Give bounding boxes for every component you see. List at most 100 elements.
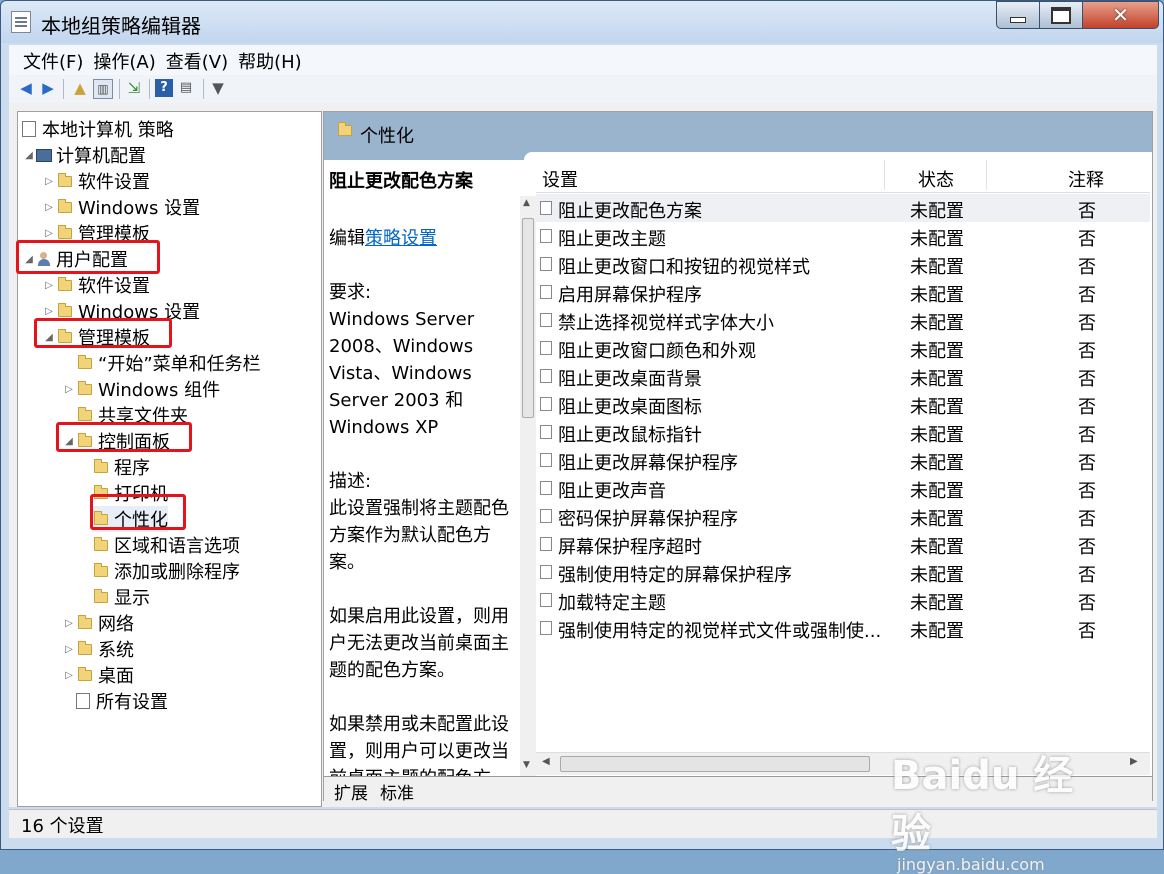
- expand-arrow-icon[interactable]: ▷: [62, 384, 76, 395]
- tree-network[interactable]: ▷ 网络: [62, 610, 134, 636]
- forward-icon[interactable]: ▶: [39, 79, 57, 97]
- policy-setting-icon: [540, 453, 552, 467]
- expand-arrow-icon[interactable]: ▷: [42, 176, 56, 187]
- table-row[interactable]: 阻止更改配色方案 未配置 否: [536, 194, 1150, 222]
- expand-arrow-icon[interactable]: ▷: [62, 644, 76, 655]
- policy-setting-icon: [540, 257, 552, 271]
- table-row[interactable]: 阻止更改窗口和按钮的视觉样式 未配置 否: [536, 250, 1150, 278]
- tree-computer-config[interactable]: ◢ 计算机配置: [22, 142, 146, 168]
- table-row[interactable]: 加载特定主题 未配置 否: [536, 586, 1150, 614]
- tree-all-settings[interactable]: 所有设置: [76, 688, 168, 714]
- row-state: 未配置: [910, 537, 964, 558]
- close-button[interactable]: ✕: [1082, 1, 1159, 29]
- tree-programs[interactable]: 程序: [92, 454, 150, 480]
- scroll-thumb[interactable]: [522, 218, 534, 418]
- column-setting[interactable]: 设置: [542, 166, 578, 192]
- table-row[interactable]: 阻止更改鼠标指针 未配置 否: [536, 418, 1150, 446]
- row-comment: 否: [1078, 397, 1096, 418]
- tree-label: 系统: [98, 640, 134, 661]
- description-pane: 阻止更改配色方案 编辑策略设置 要求: Windows Server 2008、…: [324, 160, 525, 776]
- help-icon[interactable]: ?: [155, 79, 173, 97]
- column-comment[interactable]: 注释: [1068, 166, 1104, 192]
- desc-req-label: 要求:: [329, 282, 372, 303]
- tree-user-software[interactable]: ▷ 软件设置: [42, 272, 150, 298]
- folder-icon: [58, 172, 72, 187]
- tree-label: 网络: [98, 614, 134, 635]
- row-setting: 阻止更改鼠标指针: [558, 425, 702, 446]
- tree-start-menu[interactable]: “开始”菜单和任务栏: [62, 350, 261, 376]
- folder-icon: [78, 640, 92, 655]
- row-comment: 否: [1078, 285, 1096, 306]
- table-row[interactable]: 阻止更改窗口颜色和外观 未配置 否: [536, 334, 1150, 362]
- tree-windows-components[interactable]: ▷ Windows 组件: [62, 376, 220, 402]
- menu-action[interactable]: 操作(A): [91, 45, 163, 75]
- tree-label: 计算机配置: [56, 146, 146, 167]
- row-setting: 屏幕保护程序超时: [558, 537, 702, 558]
- hscroll-thumb[interactable]: [560, 756, 870, 772]
- edit-policy-link[interactable]: 策略设置: [365, 228, 437, 249]
- table-row[interactable]: 强制使用特定的视觉样式文件或强制使... 未配置 否: [536, 614, 1150, 642]
- tab-standard[interactable]: 标准: [380, 779, 414, 804]
- table-row[interactable]: 阻止更改桌面背景 未配置 否: [536, 362, 1150, 390]
- table-row[interactable]: 阻止更改桌面图标 未配置 否: [536, 390, 1150, 418]
- tree-region-language[interactable]: 区域和语言选项: [92, 532, 240, 558]
- tree-computer-windows[interactable]: ▷ Windows 设置: [42, 194, 200, 220]
- scroll-left-icon[interactable]: ◀: [542, 756, 550, 767]
- desc-line: 方案作为默认配色方: [329, 525, 491, 546]
- tree-root[interactable]: 本地计算机 策略: [22, 116, 174, 142]
- show-hide-tree-icon[interactable]: ▥: [93, 79, 113, 99]
- content-header: 个性化: [324, 112, 1152, 152]
- maximize-button[interactable]: [1039, 1, 1083, 29]
- collapse-arrow-icon[interactable]: ◢: [22, 150, 36, 161]
- row-setting: 阻止更改桌面背景: [558, 369, 702, 390]
- expand-arrow-icon[interactable]: ▷: [62, 618, 76, 629]
- menu-view[interactable]: 查看(V): [164, 45, 236, 75]
- policy-setting-icon: [540, 425, 552, 439]
- expand-arrow-icon[interactable]: ▷: [62, 670, 76, 681]
- tab-extended[interactable]: 扩展: [334, 779, 368, 804]
- up-folder-icon[interactable]: ▲: [71, 79, 89, 97]
- expand-arrow-icon[interactable]: ▷: [42, 202, 56, 213]
- table-row[interactable]: 阻止更改主题 未配置 否: [536, 222, 1150, 250]
- tree-display[interactable]: 显示: [92, 584, 150, 610]
- table-row[interactable]: 禁止选择视觉样式字体大小 未配置 否: [536, 306, 1150, 334]
- tree-desktop[interactable]: ▷ 桌面: [62, 662, 134, 688]
- column-state[interactable]: 状态: [918, 166, 954, 192]
- expand-arrow-icon[interactable]: ▷: [42, 280, 56, 291]
- desc-line: 题的配色方案。: [329, 660, 455, 681]
- scroll-down-icon[interactable]: ▼: [523, 760, 530, 770]
- table-row[interactable]: 强制使用特定的屏幕保护程序 未配置 否: [536, 558, 1150, 586]
- export-list-icon[interactable]: ⇲: [125, 79, 143, 97]
- expand-arrow-icon[interactable]: ▷: [42, 306, 56, 317]
- desc-req-line: Vista、Windows: [329, 363, 472, 384]
- tree-computer-software[interactable]: ▷ 软件设置: [42, 168, 150, 194]
- highlight-user-config: [16, 240, 160, 274]
- minimize-button[interactable]: [996, 1, 1040, 29]
- row-comment: 否: [1078, 481, 1096, 502]
- scroll-right-icon[interactable]: ▶: [1130, 756, 1138, 767]
- row-comment: 否: [1078, 621, 1096, 642]
- expand-arrow-icon[interactable]: ▷: [42, 228, 56, 239]
- row-comment: 否: [1078, 565, 1096, 586]
- filter-icon[interactable]: ▼: [209, 79, 227, 97]
- row-setting: 阻止更改屏幕保护程序: [558, 453, 738, 474]
- menu-help[interactable]: 帮助(H): [236, 45, 310, 75]
- table-row[interactable]: 阻止更改声音 未配置 否: [536, 474, 1150, 502]
- policy-setting-icon: [540, 285, 552, 299]
- policy-setting-icon: [540, 313, 552, 327]
- table-row[interactable]: 启用屏幕保护程序 未配置 否: [536, 278, 1150, 306]
- description-scrollbar[interactable]: ▲ ▼: [520, 196, 536, 776]
- back-icon[interactable]: ◀: [17, 79, 35, 97]
- properties-icon[interactable]: ▤: [177, 79, 195, 97]
- policy-setting-icon: [540, 369, 552, 383]
- menu-file[interactable]: 文件(F): [9, 45, 91, 75]
- table-row[interactable]: 屏幕保护程序超时 未配置 否: [536, 530, 1150, 558]
- row-state: 未配置: [910, 453, 964, 474]
- row-state: 未配置: [910, 285, 964, 306]
- scroll-up-icon[interactable]: ▲: [523, 198, 530, 208]
- table-row[interactable]: 密码保护屏幕保护程序 未配置 否: [536, 502, 1150, 530]
- table-row[interactable]: 阻止更改屏幕保护程序 未配置 否: [536, 446, 1150, 474]
- tree-add-remove[interactable]: 添加或删除程序: [92, 558, 240, 584]
- tree-system[interactable]: ▷ 系统: [62, 636, 134, 662]
- policy-setting-icon: [540, 341, 552, 355]
